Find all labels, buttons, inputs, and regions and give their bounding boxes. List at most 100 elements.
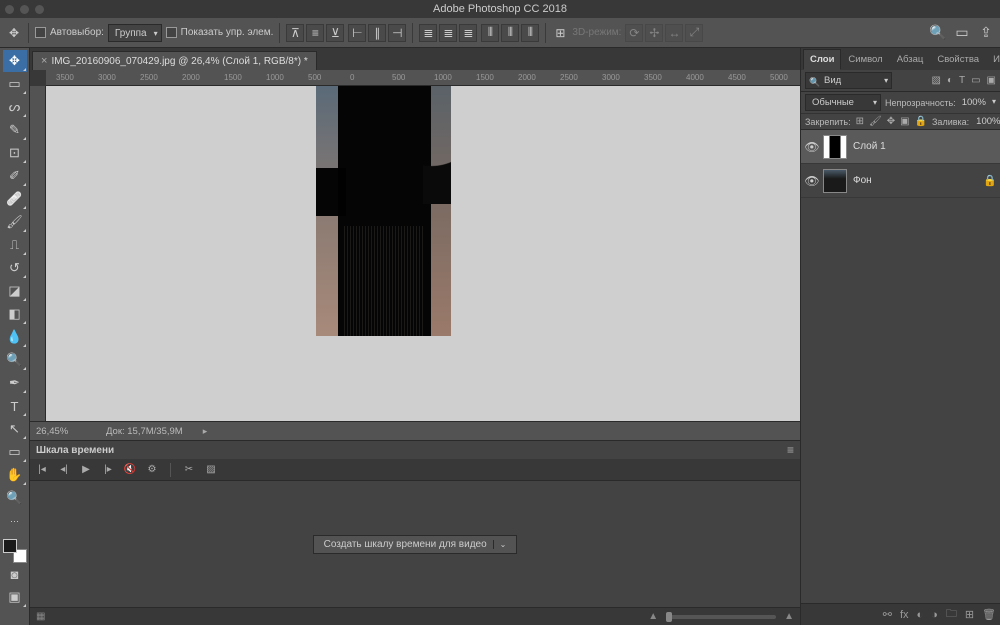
dist-vcenter-icon[interactable]: ≣: [439, 24, 457, 42]
zoom-in-icon[interactable]: ▲: [784, 611, 794, 622]
align-right-icon[interactable]: ⊣: [388, 24, 406, 42]
trash-icon[interactable]: 🗑: [982, 608, 996, 621]
edit-toolbar[interactable]: ⋯: [3, 510, 27, 532]
new-layer-icon[interactable]: ⊞: [965, 608, 974, 621]
zoom-tool[interactable]: 🔍: [3, 487, 27, 509]
status-flyout-icon[interactable]: ▸: [203, 426, 208, 437]
panel-tab[interactable]: Символ: [841, 49, 889, 70]
align-bottom-icon[interactable]: ⊻: [326, 24, 344, 42]
timeline-menu-icon[interactable]: ≡: [787, 443, 794, 457]
search-icon[interactable]: 🔍: [930, 25, 946, 41]
panel-tab[interactable]: История: [986, 49, 1000, 70]
horizontal-ruler[interactable]: 3500300025002000150010005000500100015002…: [46, 70, 800, 86]
window-controls[interactable]: [5, 5, 44, 14]
doc-size[interactable]: Док: 15,7M/35,9M: [106, 426, 183, 437]
lock-all-icon[interactable]: 🔒: [915, 116, 927, 127]
play-icon[interactable]: ▶: [80, 464, 92, 476]
fg-color[interactable]: [3, 539, 17, 553]
screen-mode[interactable]: ▣: [3, 586, 27, 608]
document-image[interactable]: [316, 86, 451, 336]
zoom-dot[interactable]: [35, 5, 44, 14]
dist-right-icon[interactable]: ⫴: [521, 24, 539, 42]
link-layers-icon[interactable]: ⚯: [883, 608, 892, 621]
dist-left-icon[interactable]: ⫴: [481, 24, 499, 42]
layer-name[interactable]: Слой 1: [853, 141, 980, 152]
type-tool[interactable]: T: [3, 395, 27, 417]
transition-icon[interactable]: ▨: [205, 464, 217, 476]
fill-value[interactable]: 100%: [974, 116, 1000, 127]
lock-artboard-icon[interactable]: ▣: [900, 116, 909, 127]
lock-position-icon[interactable]: ✥: [887, 116, 895, 127]
auto-align-icon[interactable]: ⊞: [552, 25, 568, 41]
zoom-field[interactable]: 26,45%: [36, 426, 86, 437]
path-select-tool[interactable]: ↖: [3, 418, 27, 440]
auto-select-target[interactable]: Группа: [108, 24, 162, 42]
move-tool-icon[interactable]: ✥: [6, 25, 22, 41]
settings-icon[interactable]: ⚙: [146, 464, 158, 476]
crop-tool[interactable]: ⊡: [3, 142, 27, 164]
opacity-value[interactable]: 100%: [960, 97, 996, 108]
visibility-icon[interactable]: 👁: [801, 140, 823, 154]
filter-shape-icon[interactable]: ▭: [971, 75, 980, 86]
share-icon[interactable]: ⇪: [978, 25, 994, 41]
hand-tool[interactable]: ✋: [3, 464, 27, 486]
blur-tool[interactable]: 💧: [3, 326, 27, 348]
brush-tool[interactable]: 🖌: [3, 211, 27, 233]
vertical-ruler[interactable]: [30, 86, 46, 421]
marquee-tool[interactable]: ▭: [3, 73, 27, 95]
filter-type-icon[interactable]: T: [959, 75, 965, 86]
first-frame-icon[interactable]: |◂: [36, 464, 48, 476]
move-tool[interactable]: ✥: [3, 50, 27, 72]
fg-bg-swatch[interactable]: [3, 539, 27, 563]
layer-lock-icon[interactable]: 🔒: [980, 174, 1000, 187]
visibility-icon[interactable]: 👁: [801, 174, 823, 188]
panel-tab[interactable]: Абзац: [890, 49, 931, 70]
panel-tab[interactable]: Слои: [803, 49, 841, 70]
timeline-zoom-slider[interactable]: [666, 615, 776, 619]
pen-tool[interactable]: ✒: [3, 372, 27, 394]
mask-icon[interactable]: ◐: [917, 609, 924, 621]
fx-icon[interactable]: fx: [900, 609, 909, 621]
create-timeline-dropdown-icon[interactable]: ⌄: [493, 540, 507, 549]
filter-adjust-icon[interactable]: ◐: [947, 75, 953, 86]
prev-frame-icon[interactable]: ◂|: [58, 464, 70, 476]
healing-tool[interactable]: 🩹: [3, 188, 27, 210]
timeline-mode-icon[interactable]: ▦: [36, 611, 45, 622]
group-icon[interactable]: 🗀: [946, 605, 957, 624]
filter-pixel-icon[interactable]: ▧: [931, 75, 940, 86]
dodge-tool[interactable]: 🔍: [3, 349, 27, 371]
stamp-tool[interactable]: ⎍: [3, 234, 27, 256]
layer-name[interactable]: Фон: [853, 175, 980, 186]
align-vcenter-icon[interactable]: ≡: [306, 24, 324, 42]
quick-select-tool[interactable]: ✎: [3, 119, 27, 141]
layer-row[interactable]: 👁 Фон🔒: [801, 164, 1000, 198]
layer-thumbnail[interactable]: [823, 169, 847, 193]
eraser-tool[interactable]: ◪: [3, 280, 27, 302]
canvas[interactable]: [46, 86, 800, 421]
show-transform-checkbox[interactable]: [166, 27, 177, 38]
next-frame-icon[interactable]: |▸: [102, 464, 114, 476]
lock-paint-icon[interactable]: 🖌: [869, 116, 882, 127]
split-icon[interactable]: ✂: [183, 464, 195, 476]
history-brush-tool[interactable]: ↺: [3, 257, 27, 279]
shape-tool[interactable]: ▭: [3, 441, 27, 463]
create-timeline-button[interactable]: Создать шкалу времени для видео ⌄: [313, 535, 518, 554]
adjustment-icon[interactable]: ◑: [931, 609, 938, 621]
layer-filter-kind[interactable]: Вид: [805, 72, 892, 89]
minimize-dot[interactable]: [20, 5, 29, 14]
align-left-icon[interactable]: ⊢: [348, 24, 366, 42]
workspace-icon[interactable]: ▭: [954, 25, 970, 41]
eyedropper-tool[interactable]: ✐: [3, 165, 27, 187]
gradient-tool[interactable]: ◧: [3, 303, 27, 325]
quick-mask[interactable]: ◙: [3, 563, 27, 585]
layer-row[interactable]: 👁 Слой 1: [801, 130, 1000, 164]
zoom-out-icon[interactable]: ▲: [648, 611, 658, 622]
auto-select-checkbox[interactable]: [35, 27, 46, 38]
lock-pixels-icon[interactable]: ⊞: [856, 116, 864, 127]
layer-thumbnail[interactable]: [823, 135, 847, 159]
filter-smart-icon[interactable]: ▣: [987, 75, 996, 86]
dist-bottom-icon[interactable]: ≣: [459, 24, 477, 42]
blend-mode-select[interactable]: Обычные: [805, 94, 881, 111]
close-tab-icon[interactable]: ×: [41, 55, 47, 67]
panel-tab[interactable]: Свойства: [930, 49, 986, 70]
